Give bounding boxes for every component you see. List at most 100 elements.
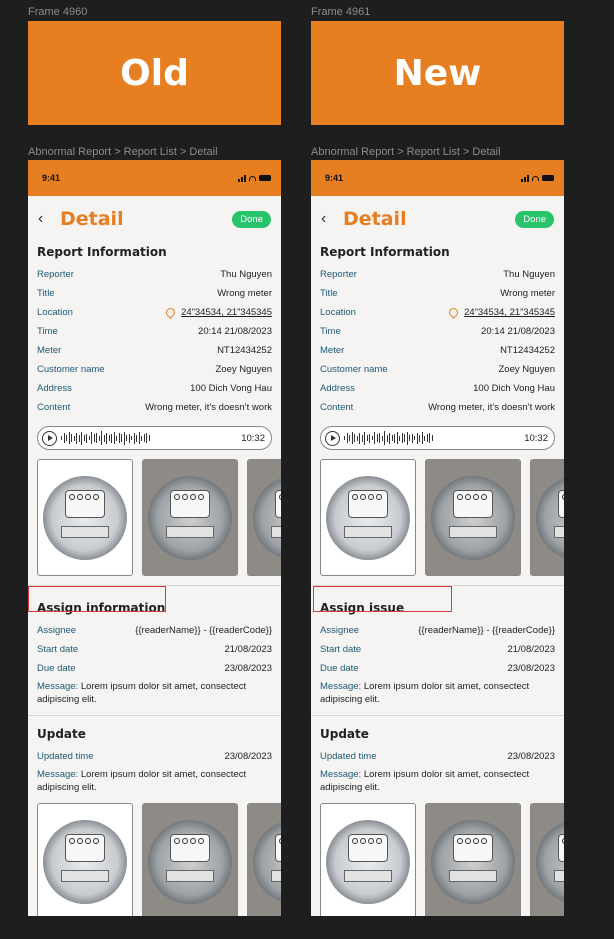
row-value: Wrong meter, it’s doesn’t work: [145, 402, 272, 413]
status-badge: Done: [515, 210, 554, 228]
meter-photo[interactable]: [37, 459, 133, 576]
row-value: 23/08/2023: [224, 663, 272, 674]
info-row: Start date 21/08/2023: [311, 640, 564, 659]
waveform[interactable]: [61, 431, 237, 445]
row-label: Time: [320, 326, 341, 337]
location-link[interactable]: 24”34534, 21”345345: [464, 307, 555, 318]
meter-photo[interactable]: [320, 803, 416, 916]
info-row: Updated time 23/08/2023: [311, 747, 564, 766]
row-value: 21/08/2023: [507, 644, 555, 655]
chevron-left-icon[interactable]: ‹: [38, 210, 60, 228]
row-value: NT12434252: [500, 345, 555, 356]
chevron-left-icon[interactable]: ‹: [321, 210, 343, 228]
row-label: Start date: [320, 644, 362, 655]
photo-gallery: [311, 794, 564, 916]
row-value: 23/08/2023: [507, 751, 555, 762]
play-icon[interactable]: [325, 430, 340, 446]
info-row: Time 20:14 21/08/2023: [311, 322, 564, 341]
row-value: Zoey Nguyen: [498, 364, 555, 375]
meter-photo[interactable]: [425, 459, 521, 576]
info-row: Start date 21/08/2023: [28, 640, 281, 659]
location-value[interactable]: 24”34534, 21”345345: [447, 306, 555, 319]
row-value: {{readerName}} - {{readerCode}}: [135, 625, 272, 636]
audio-player[interactable]: 10:32: [320, 426, 555, 450]
meter-photo[interactable]: [247, 459, 281, 576]
row-label: Customer name: [37, 364, 105, 375]
signal-icon: [521, 174, 529, 182]
waveform[interactable]: [344, 431, 520, 445]
update-section-title: Update: [37, 727, 86, 741]
location-value[interactable]: 24”34534, 21”345345: [164, 306, 272, 319]
row-value: Wrong meter, it’s doesn’t work: [428, 402, 555, 413]
row-label: Start date: [37, 644, 79, 655]
row-value: 21/08/2023: [224, 644, 272, 655]
status-badge: Done: [232, 210, 271, 228]
info-row: Meter NT12434252: [311, 341, 564, 360]
meter-photo[interactable]: [142, 803, 238, 916]
meter-photo[interactable]: [530, 803, 564, 916]
info-row: Due date 23/08/2023: [28, 659, 281, 678]
page-title: Detail: [343, 208, 407, 230]
row-value: 23/08/2023: [224, 751, 272, 762]
wifi-icon: [249, 175, 256, 181]
frame-label: Frame 4961: [311, 6, 371, 18]
highlight-box: [313, 586, 452, 612]
location-pin-icon: [447, 306, 461, 319]
battery-icon: [542, 175, 554, 181]
header: ‹ Detail Done: [311, 196, 564, 234]
row-label: Address: [320, 383, 355, 394]
location-pin-icon: [164, 306, 178, 319]
meter-photo[interactable]: [425, 803, 521, 916]
info-row: Reporter Thu Nguyen: [311, 265, 564, 284]
row-label: Assignee: [320, 625, 360, 636]
update-message: Message: Lorem ipsum dolor sit amet, con…: [28, 766, 281, 794]
info-row: Content Wrong meter, it’s doesn’t work: [28, 398, 281, 417]
status-bar: 9:41: [311, 160, 564, 196]
banner-text: New: [393, 52, 482, 94]
audio-duration: 10:32: [241, 432, 265, 444]
photo-gallery: [311, 450, 564, 576]
update-message: Message: Lorem ipsum dolor sit amet, con…: [311, 766, 564, 794]
row-value: Wrong meter: [500, 288, 555, 299]
info-row: Title Wrong meter: [311, 284, 564, 303]
row-label: Meter: [37, 345, 62, 356]
row-label: Reporter: [37, 269, 74, 280]
meter-photo[interactable]: [530, 459, 564, 576]
message-label: Message:: [37, 681, 79, 692]
row-value: 100 Dich Vong Hau: [190, 383, 272, 394]
row-value: Wrong meter: [217, 288, 272, 299]
meter-photo[interactable]: [320, 459, 416, 576]
status-icons: [238, 174, 271, 182]
frame-label: Frame 4960: [28, 6, 88, 18]
row-label: Customer name: [320, 364, 388, 375]
row-value: Thu Nguyen: [220, 269, 272, 280]
meter-photo[interactable]: [37, 803, 133, 916]
location-link[interactable]: 24”34534, 21”345345: [181, 307, 272, 318]
row-label: Location: [37, 307, 73, 318]
info-row: Address 100 Dich Vong Hau: [28, 379, 281, 398]
audio-player[interactable]: 10:32: [37, 426, 272, 450]
info-row: Updated time 23/08/2023: [28, 747, 281, 766]
info-row: Time 20:14 21/08/2023: [28, 322, 281, 341]
status-bar: 9:41: [28, 160, 281, 196]
row-label: Updated time: [320, 751, 377, 762]
row-value: Thu Nguyen: [503, 269, 555, 280]
row-value: 23/08/2023: [507, 663, 555, 674]
info-row: Assignee {{readerName}} - {{readerCode}}: [311, 621, 564, 640]
row-label: Updated time: [37, 751, 94, 762]
message-label: Message:: [320, 769, 362, 780]
row-label: Address: [37, 383, 72, 394]
meter-photo[interactable]: [247, 803, 281, 916]
info-row: Meter NT12434252: [28, 341, 281, 360]
page-title: Detail: [60, 208, 124, 230]
header: ‹ Detail Done: [28, 196, 281, 234]
info-row: Content Wrong meter, it’s doesn’t work: [311, 398, 564, 417]
new-banner: New: [311, 21, 564, 125]
row-value: {{readerName}} - {{readerCode}}: [418, 625, 555, 636]
play-icon[interactable]: [42, 430, 57, 446]
breadcrumb: Abnormal Report > Report List > Detail: [311, 146, 501, 158]
signal-icon: [238, 174, 246, 182]
meter-photo[interactable]: [142, 459, 238, 576]
banner-text: Old: [120, 52, 189, 94]
row-label: Reporter: [320, 269, 357, 280]
